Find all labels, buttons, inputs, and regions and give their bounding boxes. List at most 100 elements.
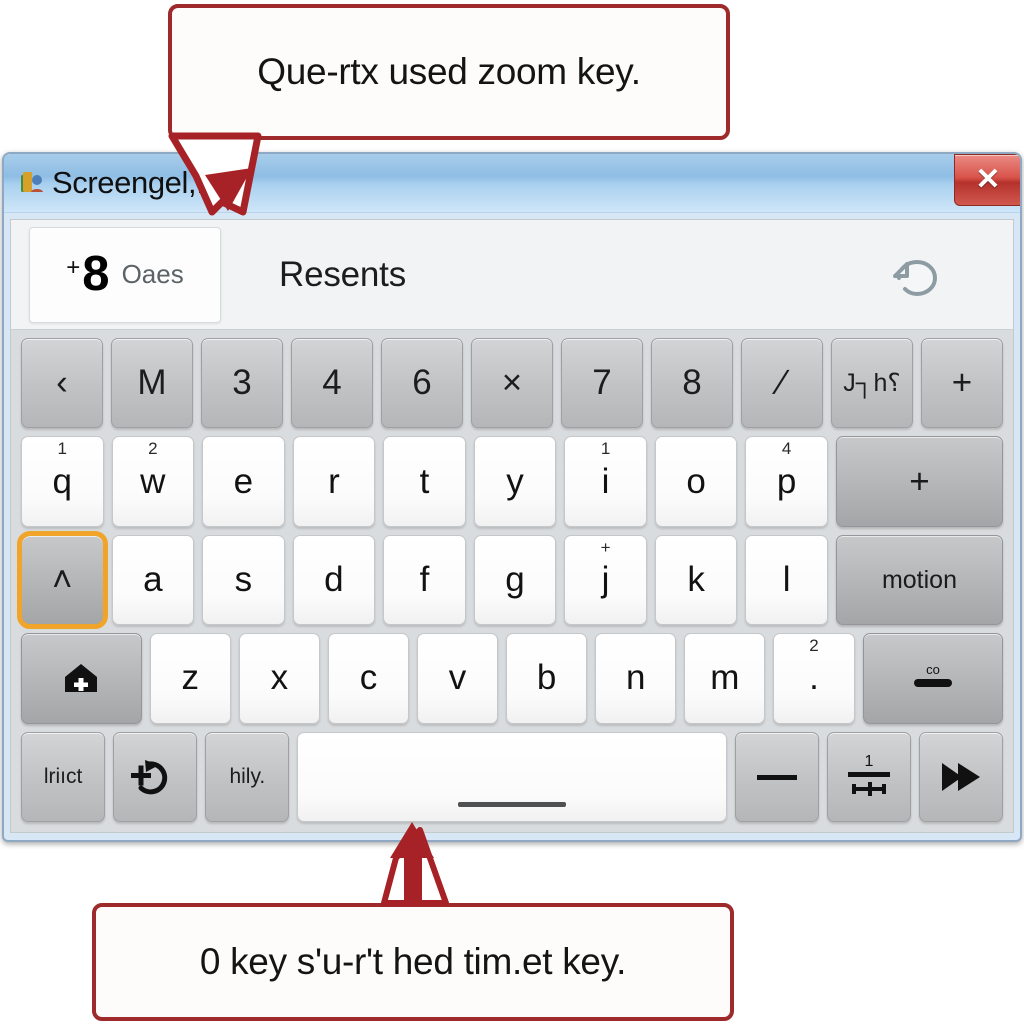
key-key[interactable]: + — [835, 436, 1004, 527]
key-t[interactable]: t — [383, 436, 466, 527]
row-spacebar: lriıct hily. 1 — [21, 731, 1003, 823]
key-g[interactable]: g — [473, 534, 557, 626]
key-lri-ct[interactable]: lriıct — [21, 731, 106, 823]
key-s[interactable]: s — [202, 534, 285, 626]
key-label: z — [181, 658, 199, 698]
key-c[interactable]: c — [327, 633, 409, 724]
key-label: ∕ — [779, 363, 785, 403]
key-3[interactable]: 3 — [201, 338, 283, 429]
key-label: d — [324, 560, 344, 600]
key-label: t — [419, 461, 430, 501]
key-key[interactable]: × — [471, 338, 553, 429]
divider-icon: 1 — [828, 733, 910, 821]
close-button[interactable]: ✕ — [954, 154, 1020, 206]
key-key[interactable]: ˄ — [17, 530, 108, 630]
refresh-icon[interactable] — [887, 252, 947, 304]
key-6[interactable]: 6 — [381, 338, 463, 429]
key-n[interactable]: n — [595, 633, 677, 724]
key-f[interactable]: f — [383, 534, 466, 626]
key-motion[interactable]: motion — [835, 534, 1004, 626]
key-i[interactable]: 1i — [564, 436, 647, 527]
key-label: f — [419, 560, 430, 600]
key-superscript: 1 — [600, 439, 611, 459]
key-superscript: 1 — [57, 439, 67, 459]
key-a[interactable]: a — [111, 534, 195, 626]
key-r[interactable]: r — [292, 436, 376, 527]
svg-text:co: co — [926, 662, 940, 677]
key-v[interactable]: v — [417, 633, 499, 724]
key-q[interactable]: 1q — [21, 436, 104, 527]
key-j-h[interactable]: J┐h⸮ — [831, 338, 913, 429]
key-label: i — [601, 461, 610, 501]
key-m[interactable]: M — [111, 338, 193, 429]
key-backspace-bar[interactable]: co — [862, 633, 1003, 724]
key-label: ˄ — [52, 560, 73, 600]
key-label: s — [234, 560, 253, 600]
key-label: e — [233, 461, 254, 501]
key-m[interactable]: m — [684, 633, 766, 724]
key-superscript: + — [600, 537, 611, 557]
toolbar-section-title: Resents — [279, 254, 406, 294]
key-key[interactable]: ∕ — [741, 338, 823, 429]
key-o[interactable]: o — [654, 436, 738, 527]
pages-count: 8 — [82, 247, 110, 301]
key-superscript: 2 — [148, 439, 158, 459]
key-p[interactable]: 4p — [745, 436, 828, 527]
key-label: . — [809, 658, 819, 698]
key-label: a — [143, 560, 163, 600]
pages-plus-sign: + — [66, 253, 81, 281]
key-label: g — [505, 560, 525, 600]
key-spacebar[interactable] — [297, 731, 727, 823]
key-key[interactable]: + — [921, 338, 1003, 429]
key-label: 3 — [232, 363, 252, 403]
key-label: n — [626, 658, 646, 698]
key-label: k — [687, 560, 705, 600]
window-titlebar: Screengel,.on ✕ — [4, 154, 1020, 213]
key-key[interactable]: ‹ — [21, 338, 103, 429]
window-title: Screengel,.on — [52, 165, 239, 200]
key-y[interactable]: y — [473, 436, 557, 527]
row-bottom-letters: z x c v b n m 2. co — [21, 633, 1003, 724]
key-label: hily. — [229, 764, 266, 788]
arrow-bottom-shaft — [404, 855, 422, 905]
key-hily[interactable]: hily. — [205, 731, 290, 823]
key-label: 6 — [412, 363, 432, 403]
key-7[interactable]: 7 — [561, 338, 643, 429]
key-j[interactable]: + j — [564, 534, 647, 626]
key-label: × — [501, 363, 523, 403]
key-label: + — [909, 461, 930, 501]
toolbar: + 8 Oaes Resents — [11, 220, 1013, 330]
key-e[interactable]: e — [202, 436, 285, 527]
pages-chip-button[interactable]: + 8 Oaes — [29, 226, 221, 323]
key-label: M — [137, 363, 167, 403]
dash-icon — [736, 733, 818, 821]
callout-top-text: Que-rtx used zoom key. — [257, 51, 641, 92]
key-label: y — [506, 461, 524, 501]
key-label: m — [710, 658, 740, 698]
key-w[interactable]: 2w — [111, 436, 195, 527]
key-home-plus[interactable] — [21, 633, 142, 724]
svg-text:1: 1 — [864, 753, 873, 770]
key-b[interactable]: b — [506, 633, 588, 724]
key-fast-forward[interactable] — [918, 731, 1003, 823]
backspace-bar-icon: co — [864, 634, 1002, 722]
key-key[interactable]: 2. — [773, 633, 855, 724]
callout-bottom-text: 0 key s'u-r't hed tim.et key. — [199, 941, 627, 982]
key-label: p — [776, 461, 797, 501]
key-x[interactable]: x — [238, 633, 320, 724]
key-dash[interactable] — [734, 731, 819, 823]
key-k[interactable]: k — [654, 534, 738, 626]
key-label: ‹ — [56, 363, 68, 403]
key-8[interactable]: 8 — [651, 338, 733, 429]
key-plus-arrow[interactable] — [113, 731, 198, 823]
key-divider[interactable]: 1 — [826, 731, 911, 823]
key-label: j — [601, 560, 610, 600]
key-4[interactable]: 4 — [291, 338, 373, 429]
key-label: lriıct — [43, 764, 83, 788]
key-l[interactable]: l — [745, 534, 828, 626]
key-z[interactable]: z — [149, 633, 231, 724]
key-d[interactable]: d — [292, 534, 376, 626]
key-label: r — [328, 461, 340, 501]
key-superscript: 2 — [809, 636, 819, 656]
row-symbols: ‹ M 3 4 6 × 7 8 ∕ J┐h⸮ + — [21, 338, 1003, 429]
